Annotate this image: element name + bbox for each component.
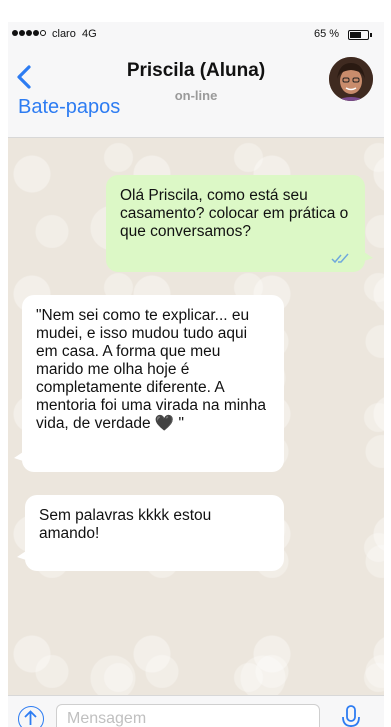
battery-percent: 65 % <box>314 28 340 40</box>
phone-screen: claro 4G 65 % Bate-papos Priscila (Aluna… <box>8 22 384 727</box>
message-input[interactable] <box>56 704 320 727</box>
contact-status: on-line <box>174 88 218 103</box>
avatar[interactable] <box>329 57 373 101</box>
message-bubble-incoming[interactable]: "Nem sei como te explicar... eu mudei, e… <box>14 295 284 472</box>
chat-area[interactable]: Olá Priscila, como está seu casamento? c… <box>8 138 384 695</box>
network-type: 4G <box>81 28 97 40</box>
message-text: "Nem sei como te explicar... eu mudei, e… <box>36 307 267 432</box>
message-text: Sem palavras kkkk estou amando! <box>39 507 212 542</box>
upload-button[interactable] <box>18 706 44 727</box>
upload-arrow-icon <box>24 710 37 725</box>
message-text: Olá Priscila, como está seu casamento? c… <box>120 187 349 240</box>
status-bar: claro 4G 65 % <box>8 22 384 48</box>
signal-strength-icon <box>12 30 46 36</box>
chat-header: Bate-papos Priscila (Aluna) on-line <box>8 48 384 138</box>
message-bubble-outgoing[interactable]: Olá Priscila, como está seu casamento? c… <box>106 175 373 272</box>
battery-icon <box>348 30 372 40</box>
message-input-bar <box>8 695 384 727</box>
carrier-name: claro <box>52 28 76 40</box>
double-check-icon <box>331 253 349 264</box>
contact-name[interactable]: Priscila (Aluna) <box>8 60 384 82</box>
microphone-icon[interactable] <box>341 704 361 727</box>
message-bubble-incoming[interactable]: Sem palavras kkkk estou amando! <box>17 495 284 571</box>
carrier-label: claro 4G <box>52 28 97 40</box>
